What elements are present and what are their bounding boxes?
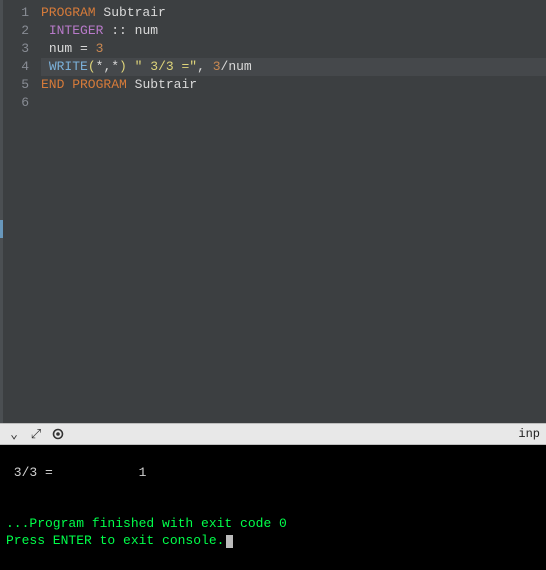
line-number: 5 bbox=[3, 76, 29, 94]
identifier: Subtrair bbox=[103, 5, 165, 20]
line-number: 2 bbox=[3, 22, 29, 40]
code-line[interactable] bbox=[41, 94, 546, 112]
terminal-line: 3/3 = 1 bbox=[6, 465, 146, 480]
stop-icon[interactable] bbox=[50, 426, 66, 442]
line-number: 1 bbox=[3, 4, 29, 22]
left-edge-marker bbox=[0, 220, 3, 238]
function-call: WRITE bbox=[49, 59, 88, 74]
identifier: num bbox=[135, 23, 158, 38]
number-literal: 3 bbox=[213, 59, 221, 74]
number-literal: 3 bbox=[96, 41, 104, 56]
identifier: Subtrair bbox=[135, 77, 197, 92]
code-line[interactable]: INTEGER :: num bbox=[41, 22, 546, 40]
code-line[interactable]: PROGRAM Subtrair bbox=[41, 4, 546, 22]
line-number: 6 bbox=[3, 94, 29, 112]
identifier: num bbox=[49, 41, 72, 56]
string-literal: " 3/3 =" bbox=[135, 59, 197, 74]
code-editor[interactable]: 1 2 3 4 5 6 PROGRAM Subtrair INTEGER :: … bbox=[0, 0, 546, 423]
terminal-toolbar: ⌄ ⤢ inp bbox=[0, 423, 546, 445]
code-line[interactable]: END PROGRAM Subtrair bbox=[41, 76, 546, 94]
terminal-line: Press ENTER to exit console. bbox=[6, 533, 224, 548]
terminal-cursor bbox=[226, 535, 233, 548]
terminal-output[interactable]: 3/3 = 1 ...Program finished with exit co… bbox=[0, 445, 546, 570]
line-number: 3 bbox=[3, 40, 29, 58]
terminal-line: ...Program finished with exit code 0 bbox=[6, 516, 287, 531]
line-number-gutter: 1 2 3 4 5 6 bbox=[3, 0, 37, 423]
code-line[interactable]: num = 3 bbox=[41, 40, 546, 58]
code-line-active[interactable]: WRITE(*,*) " 3/3 =", 3/num bbox=[41, 58, 546, 76]
identifier: num bbox=[228, 59, 251, 74]
keyword: END PROGRAM bbox=[41, 77, 127, 92]
line-number: 4 bbox=[3, 58, 29, 76]
keyword: PROGRAM bbox=[41, 5, 96, 20]
expand-icon[interactable]: ⤢ bbox=[28, 426, 44, 442]
type-keyword: INTEGER bbox=[49, 23, 104, 38]
input-label[interactable]: inp bbox=[518, 427, 540, 441]
chevron-down-icon[interactable]: ⌄ bbox=[6, 426, 22, 442]
code-area[interactable]: PROGRAM Subtrair INTEGER :: num num = 3 … bbox=[37, 0, 546, 423]
